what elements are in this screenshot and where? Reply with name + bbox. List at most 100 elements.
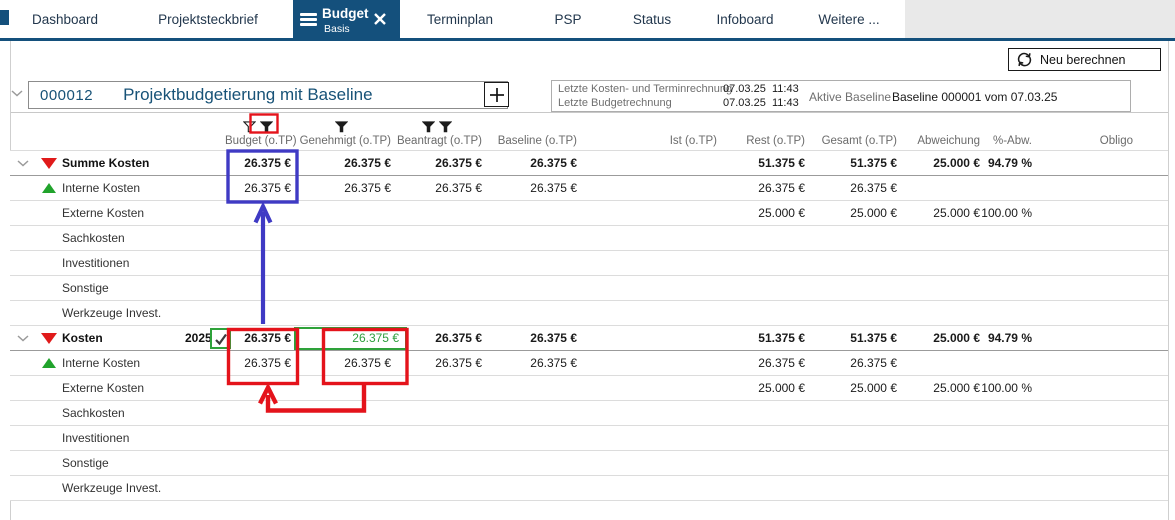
cell-abweichung: 25.000 € (933, 381, 980, 395)
cell-budget: 26.375 € (244, 356, 291, 370)
tabbar-filler (905, 0, 1175, 38)
cell-baseline: 26.375 € (530, 356, 577, 370)
row-label-cell: Externe Kosten (10, 376, 225, 400)
table-row: Summe Kosten 26.375 € 26.375 € 26.375 € 26.3… (10, 151, 1168, 176)
row-label-cell: Investitionen (10, 251, 225, 275)
filter-icon[interactable] (421, 120, 435, 133)
cell-pct-abw: 94.79 % (987, 331, 1032, 345)
last-calc-label: Letzte Kosten- und Terminrechnung (558, 83, 733, 95)
table-row: Interne Kosten 26.375 € 26.375 € 26.375 € 26… (10, 176, 1168, 201)
recalculate-button[interactable]: Neu berechnen (1008, 48, 1161, 71)
project-id: 000012 (40, 86, 94, 104)
cell-beantragt: 26.375 € (435, 356, 482, 370)
active-baseline-label: Aktive Baseline (809, 90, 892, 104)
column-genehmigt: Genehmigt (o.TP) (291, 118, 391, 150)
close-icon[interactable] (373, 12, 387, 26)
table-row: Externe Kosten 25.000 €25.000 €25.000 €10… (10, 376, 1168, 401)
cell-abweichung: 25.000 € (933, 206, 980, 220)
tab-infoboard[interactable]: Infoboard (716, 12, 773, 27)
row-label-cell: Externe Kosten (10, 201, 225, 225)
cell-baseline: 26.375 € (530, 331, 577, 345)
row-label: Interne Kosten (62, 181, 141, 195)
add-button[interactable] (484, 82, 509, 107)
column-header-label[interactable]: Rest (o.TP) (717, 135, 805, 150)
column-budget: Budget (o.TP) (225, 118, 297, 150)
table-row: Kosten 26.375 €26.375 €26.375 €51.375 €51… (10, 326, 1168, 351)
column-beantragt: Beantragt (o.TP) (391, 118, 482, 150)
project-header-box: 000012 Projektbudgetierung mit Baseline (28, 81, 508, 109)
row-label-cell: Werkzeuge Invest. (10, 476, 225, 500)
tab-terminplan[interactable]: Terminplan (427, 12, 493, 27)
tab-psp[interactable]: PSP (554, 12, 581, 27)
row-label: Externe Kosten (62, 381, 145, 395)
filter-icon[interactable] (260, 120, 273, 133)
table-row: Sonstige (10, 451, 1168, 476)
cell-gesamt: 51.375 € (850, 331, 897, 345)
year-checkbox[interactable] (210, 328, 231, 349)
row-label: Investitionen (62, 256, 130, 270)
column-header-label[interactable]: Budget (o.TP) (225, 135, 297, 150)
cell-budget: 26.375 € (244, 156, 291, 170)
row-label: Sachkosten (62, 231, 125, 245)
column-baseline: Baseline (o.TP) (482, 118, 577, 150)
row-label-cell: Summe Kosten (10, 151, 225, 175)
plus-icon (489, 87, 504, 102)
triangle-down-red-icon (41, 157, 57, 169)
tab-dashboard[interactable]: Dashboard (32, 12, 98, 27)
cell-baseline: 26.375 € (530, 156, 577, 170)
row-label-cell: Sonstige (10, 276, 225, 300)
cell-rest: 25.000 € (758, 381, 805, 395)
cell-abweichung: 25.000 € (933, 331, 980, 345)
project-collapse-chevron-icon[interactable] (11, 90, 23, 97)
table-row: Werkzeuge Invest. (10, 301, 1168, 326)
column-header-label[interactable]: Beantragt (o.TP) (391, 135, 482, 150)
window-edge-fragment (0, 10, 9, 25)
filter-icon[interactable] (334, 120, 348, 133)
last-budget-time: 11:43 (772, 96, 799, 109)
row-label: Sonstige (62, 456, 109, 470)
tab-projektsteckbrief[interactable]: Projektsteckbrief (158, 12, 258, 27)
chevron-down-icon[interactable] (17, 159, 29, 167)
cell-beantragt: 26.375 € (435, 156, 482, 170)
cell-pct-abw: 94.79 % (987, 156, 1032, 170)
last-calc-time: 11:43 (772, 83, 799, 95)
column-header-label[interactable]: Gesamt (o.TP) (805, 135, 897, 150)
chevron-down-icon[interactable] (17, 334, 29, 342)
cell-gesamt: 25.000 € (850, 206, 897, 220)
cell-budget: 26.375 € (244, 181, 291, 195)
column-header-label[interactable]: %-Abw. (980, 135, 1032, 150)
genehmigt-input[interactable]: 26.375 € (294, 327, 407, 350)
column-obligo: Obligo (1032, 118, 1133, 150)
tab-weitere[interactable]: Weitere ... (818, 12, 879, 27)
row-label-cell: Werkzeuge Invest. (10, 301, 225, 325)
tab-budget-active[interactable]: Budget Basis (293, 0, 400, 41)
row-label: Investitionen (62, 431, 130, 445)
table-row: Externe Kosten 25.000 €25.000 €25.000 €10… (10, 201, 1168, 226)
column-header-label[interactable]: Ist (o.TP) (577, 135, 717, 150)
row-label: Summe Kosten (62, 156, 150, 170)
table-header-row: Budget (o.TP) Genehmigt (o.TP) Beantragt… (10, 114, 1168, 150)
filter-icon[interactable] (438, 120, 452, 133)
row-label-cell: Investitionen (10, 426, 225, 450)
cell-rest: 51.375 € (758, 331, 805, 345)
table-row: Werkzeuge Invest. (10, 476, 1168, 501)
filter-icon[interactable] (243, 120, 256, 133)
active-baseline-value: Baseline 000001 vom 07.03.25 (892, 90, 1058, 104)
tab-bar: Dashboard Projektsteckbrief Budget Basis… (0, 0, 1175, 41)
table-row: Investitionen (10, 251, 1168, 276)
cell-abweichung: 25.000 € (933, 156, 980, 170)
table-row: Sonstige (10, 276, 1168, 301)
column-header-label[interactable]: Baseline (o.TP) (482, 135, 577, 150)
menu-icon[interactable] (300, 13, 317, 26)
column-header-label[interactable]: Obligo (1032, 135, 1133, 150)
year-label: 2025 (185, 331, 212, 345)
column-ist: Ist (o.TP) (577, 118, 717, 150)
right-border (1168, 41, 1169, 520)
cell-rest: 26.375 € (758, 181, 805, 195)
cell-gesamt: 25.000 € (850, 381, 897, 395)
column-header-label[interactable]: Genehmigt (o.TP) (291, 135, 391, 150)
column-header-label[interactable]: Abweichung (897, 135, 980, 150)
row-label-cell: Interne Kosten (10, 351, 225, 375)
tab-status[interactable]: Status (633, 12, 671, 27)
row-label: Externe Kosten (62, 206, 145, 220)
